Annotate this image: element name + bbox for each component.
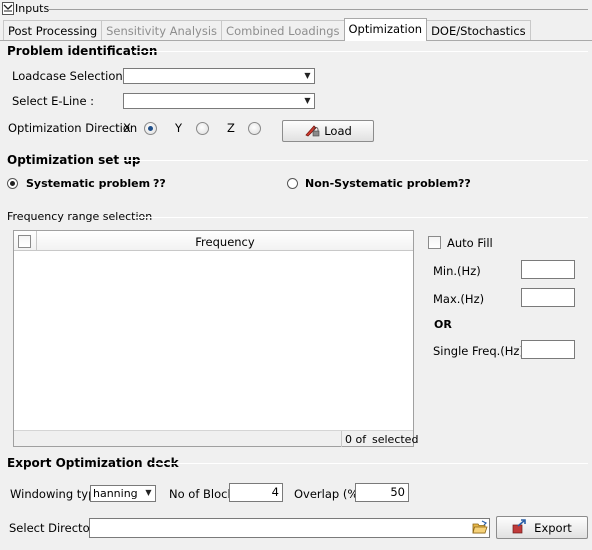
direction-label: Optimization Direction (8, 121, 138, 135)
systematic-help[interactable]: ?? (153, 177, 166, 190)
export-button[interactable]: Export (496, 516, 588, 539)
tab-divider (0, 40, 592, 41)
loadcase-select[interactable]: ▼ (123, 68, 315, 84)
section-divider (152, 463, 588, 464)
load-button[interactable]: Load (282, 120, 374, 142)
nonsystematic-label[interactable]: Non-Systematic problem (305, 177, 458, 190)
select-all-checkbox[interactable] (18, 235, 31, 248)
or-label: OR (434, 318, 452, 331)
panel-title: Inputs (15, 2, 50, 15)
chevron-down-icon: ▼ (304, 96, 311, 105)
section-divider (133, 51, 588, 52)
frequency-section-title: Frequency range selection (7, 210, 153, 223)
frequency-table[interactable]: Frequency 0 of selected (13, 230, 418, 447)
direction-y-radio[interactable] (196, 122, 209, 135)
chevron-down-icon: ▼ (304, 71, 311, 80)
export-arrow-icon (512, 518, 530, 537)
section-divider (133, 217, 588, 218)
tab-doe-stochastics[interactable]: DOE/Stochastics (426, 20, 531, 41)
systematic-radio[interactable] (7, 178, 18, 189)
max-hz-input[interactable] (521, 288, 575, 307)
block-label: No of Block (169, 487, 235, 501)
title-divider (48, 9, 588, 10)
systematic-label[interactable]: Systematic problem (26, 177, 150, 190)
tab-post-processing[interactable]: Post Processing (3, 20, 103, 41)
tab-optimization[interactable]: Optimization (343, 18, 428, 41)
auto-fill-label[interactable]: Auto Fill (447, 236, 493, 250)
eline-select[interactable]: ▼ (123, 93, 315, 109)
directory-input[interactable] (89, 518, 490, 538)
footer-divider (341, 431, 342, 447)
windowing-value: hanning (93, 487, 138, 500)
single-freq-label: Single Freq.(Hz) (433, 344, 524, 358)
single-freq-input[interactable] (521, 340, 575, 359)
loadcase-label: Loadcase Selection: (12, 69, 127, 83)
windowing-select[interactable]: hanning ▼ (90, 485, 156, 502)
direction-z-label: Z (227, 121, 235, 135)
pencil-lock-icon (304, 123, 320, 140)
section-divider (119, 160, 588, 161)
direction-x-radio[interactable] (144, 122, 157, 135)
frequency-table-footer: 0 of selected (14, 430, 418, 447)
min-hz-label: Min.(Hz) (433, 264, 481, 278)
windowing-label: Windowing type (10, 487, 103, 501)
directory-label: Select Directory (9, 521, 102, 535)
frequency-column-header[interactable]: Frequency (37, 235, 413, 249)
direction-y-label: Y (175, 121, 183, 135)
overlap-input[interactable]: 50 (355, 483, 409, 502)
chevron-down-icon[interactable] (2, 2, 14, 15)
tab-sensitivity-analysis[interactable]: Sensitivity Analysis (101, 20, 223, 41)
export-button-label: Export (534, 520, 572, 535)
block-input[interactable]: 4 (229, 483, 283, 502)
panel-title-bar: Inputs (0, 0, 592, 18)
folder-open-icon[interactable] (471, 519, 489, 537)
direction-x-label: X (123, 121, 131, 135)
eline-label: Select E-Line : (12, 94, 95, 108)
nonsystematic-radio[interactable] (287, 178, 298, 189)
max-hz-label: Max.(Hz) (433, 292, 485, 306)
selection-count: 0 of (345, 433, 367, 446)
direction-z-radio[interactable] (248, 122, 261, 135)
tab-combined-loadings[interactable]: Combined Loadings (221, 20, 345, 41)
tab-strip: Post Processing Sensitivity Analysis Com… (3, 18, 531, 41)
selection-suffix: selected (372, 433, 419, 446)
load-button-label: Load (324, 124, 352, 138)
chevron-down-icon: ▼ (145, 488, 152, 497)
auto-fill-checkbox[interactable] (428, 236, 441, 249)
frequency-table-header: Frequency (14, 231, 413, 251)
nonsystematic-help[interactable]: ?? (458, 177, 471, 190)
min-hz-input[interactable] (521, 260, 575, 279)
